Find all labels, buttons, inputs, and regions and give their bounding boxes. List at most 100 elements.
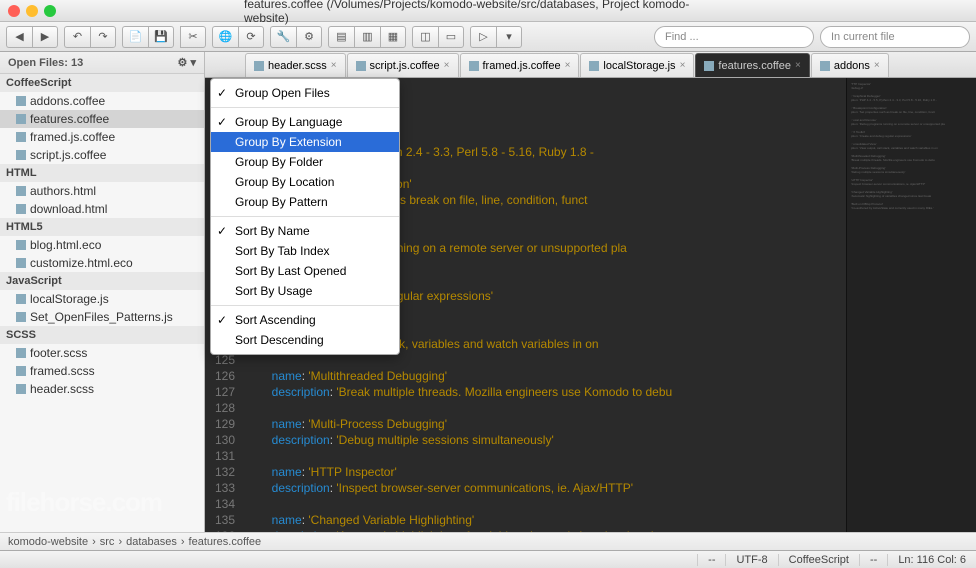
save-button[interactable]: 💾	[148, 26, 174, 48]
file-item[interactable]: framed.js.coffee	[0, 128, 204, 146]
close-icon[interactable]: ×	[680, 60, 686, 71]
close-icon[interactable]: ×	[331, 60, 337, 71]
check-icon: ✓	[217, 86, 227, 100]
file-item[interactable]: download.html	[0, 200, 204, 218]
sync-button[interactable]: ⟳	[238, 26, 264, 48]
menu-item[interactable]: Sort By Tab Index	[211, 241, 399, 261]
file-icon	[16, 186, 26, 196]
status-sep: --	[697, 554, 725, 566]
group-header: HTML	[0, 164, 204, 182]
file-item[interactable]: Set_OpenFiles_Patterns.js	[0, 308, 204, 326]
file-item[interactable]: features.coffee	[0, 110, 204, 128]
status-encoding[interactable]: UTF-8	[725, 554, 777, 566]
cut-button[interactable]: ✂	[180, 26, 206, 48]
maximize-icon[interactable]	[44, 5, 56, 17]
file-icon	[16, 384, 26, 394]
open-files-sidebar: Open Files: 13 ⚙ ▾ CoffeeScriptaddons.co…	[0, 52, 205, 532]
play-button[interactable]: ▷	[470, 26, 496, 48]
file-icon	[16, 312, 26, 322]
status-bar: -- UTF-8 CoffeeScript -- Ln: 116 Col: 6	[0, 550, 976, 568]
file-icon	[16, 132, 26, 142]
status-position: Ln: 116 Col: 6	[887, 554, 976, 566]
traffic-lights	[8, 5, 56, 17]
breadcrumb-item[interactable]: databases	[126, 536, 177, 548]
new-file-button[interactable]: 📄	[122, 26, 148, 48]
editor-tab[interactable]: script.js.coffee×	[347, 53, 459, 77]
file-item[interactable]: addons.coffee	[0, 92, 204, 110]
check-icon: ✓	[217, 313, 227, 327]
chevron-right-icon: ›	[181, 536, 185, 548]
editor-tab[interactable]: header.scss×	[245, 53, 346, 77]
menu-item[interactable]: Sort Descending	[211, 330, 399, 350]
menu-item[interactable]: Group By Extension	[211, 132, 399, 152]
file-icon	[16, 348, 26, 358]
panel-right-button[interactable]: ▦	[380, 26, 406, 48]
menu-item[interactable]: ✓Sort By Name	[211, 221, 399, 241]
file-item[interactable]: authors.html	[0, 182, 204, 200]
editor-tab[interactable]: features.coffee×	[695, 53, 809, 77]
minimap[interactable]: 'TTP Inspector' 'debug-3' : 'Graphical D…	[846, 78, 976, 532]
menu-item[interactable]: ✓Group By Language	[211, 112, 399, 132]
file-item[interactable]: header.scss	[0, 380, 204, 398]
record-button[interactable]: ⚙	[296, 26, 322, 48]
chevron-right-icon: ›	[92, 536, 96, 548]
file-icon	[16, 294, 26, 304]
file-icon	[589, 61, 599, 71]
tools-button[interactable]: 🔧	[270, 26, 296, 48]
file-item[interactable]: customize.html.eco	[0, 254, 204, 272]
file-item[interactable]: framed.scss	[0, 362, 204, 380]
editor-tab[interactable]: addons×	[811, 53, 889, 77]
group-header: CoffeeScript	[0, 74, 204, 92]
breadcrumb-item[interactable]: features.coffee	[189, 536, 262, 548]
menu-item[interactable]: Sort By Usage	[211, 281, 399, 301]
file-icon	[16, 114, 26, 124]
menu-item[interactable]: Group By Folder	[211, 152, 399, 172]
file-icon	[820, 61, 830, 71]
menu-item[interactable]: ✓Group Open Files	[211, 83, 399, 103]
check-icon: ✓	[217, 115, 227, 129]
more-button[interactable]: ▾	[496, 26, 522, 48]
titlebar: features.coffee (/Volumes/Projects/komod…	[0, 0, 976, 22]
editor-tabs: header.scss×script.js.coffee×framed.js.c…	[205, 52, 976, 78]
file-icon	[16, 204, 26, 214]
file-icon	[16, 150, 26, 160]
close-icon[interactable]: ×	[874, 60, 880, 71]
breadcrumb-item[interactable]: komodo-website	[8, 536, 88, 548]
find-input[interactable]: Find ...	[654, 26, 814, 48]
editor-tab[interactable]: framed.js.coffee×	[460, 53, 580, 77]
close-icon[interactable]: ×	[565, 60, 571, 71]
group-header: SCSS	[0, 326, 204, 344]
minimize-icon[interactable]	[26, 5, 38, 17]
forward-button[interactable]: ▶	[32, 26, 58, 48]
undo-button[interactable]: ↶	[64, 26, 90, 48]
group-header: JavaScript	[0, 272, 204, 290]
file-item[interactable]: blog.html.eco	[0, 236, 204, 254]
panel-left-button[interactable]: ▤	[328, 26, 354, 48]
layout-button[interactable]: ▭	[438, 26, 464, 48]
globe-button[interactable]: 🌐	[212, 26, 238, 48]
file-icon	[356, 61, 366, 71]
close-icon[interactable]: ×	[795, 60, 801, 71]
split-button[interactable]: ◫	[412, 26, 438, 48]
gear-icon[interactable]: ⚙ ▾	[178, 56, 196, 69]
file-item[interactable]: footer.scss	[0, 344, 204, 362]
menu-item[interactable]: ✓Sort Ascending	[211, 310, 399, 330]
panel-bottom-button[interactable]: ▥	[354, 26, 380, 48]
menu-item[interactable]: Group By Location	[211, 172, 399, 192]
status-language[interactable]: CoffeeScript	[778, 554, 859, 566]
redo-button[interactable]: ↷	[90, 26, 116, 48]
editor-tab[interactable]: localStorage.js×	[580, 53, 694, 77]
menu-item[interactable]: Group By Pattern	[211, 192, 399, 212]
main-toolbar: ◀▶ ↶↷ 📄💾 ✂ 🌐⟳ 🔧⚙ ▤▥▦ ◫▭ ▷▾ Find ... In c…	[0, 22, 976, 52]
breadcrumb-item[interactable]: src	[100, 536, 115, 548]
file-item[interactable]: script.js.coffee	[0, 146, 204, 164]
back-button[interactable]: ◀	[6, 26, 32, 48]
check-icon: ✓	[217, 224, 227, 238]
status-sep2: --	[859, 554, 887, 566]
menu-item[interactable]: Sort By Last Opened	[211, 261, 399, 281]
find-scope-input[interactable]: In current file	[820, 26, 970, 48]
close-icon[interactable]: ×	[444, 60, 450, 71]
file-item[interactable]: localStorage.js	[0, 290, 204, 308]
close-icon[interactable]	[8, 5, 20, 17]
group-sort-menu: ✓Group Open Files✓Group By LanguageGroup…	[210, 78, 400, 355]
